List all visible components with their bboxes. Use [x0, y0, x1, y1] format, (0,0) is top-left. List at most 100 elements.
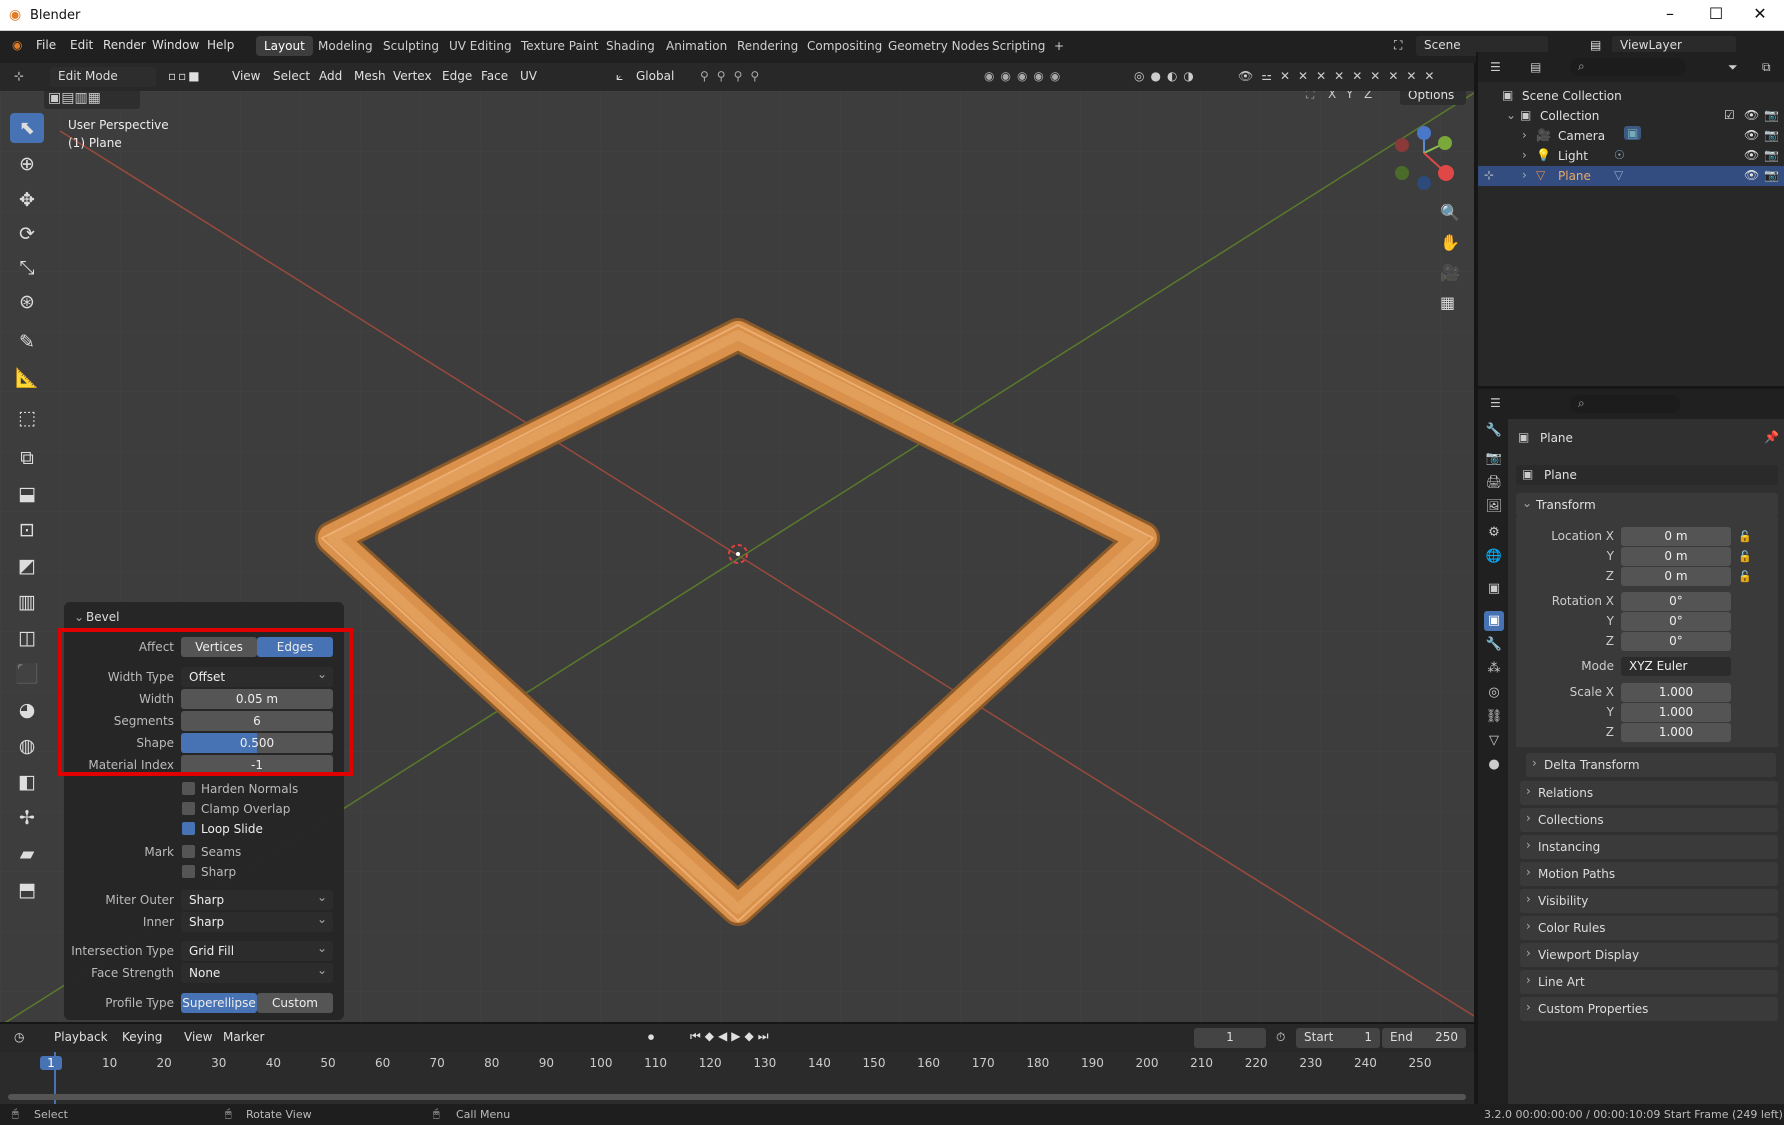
light-data-icon[interactable]: ☉ [1614, 148, 1625, 162]
options-button[interactable]: Options [1400, 91, 1466, 105]
outliner-row-collection[interactable]: ⌄ ▣ Collection ☑ 👁 📷 [1478, 106, 1784, 126]
outliner-row-plane[interactable]: ⊹ › ▽ Plane ▽ 👁 📷 [1478, 166, 1784, 186]
filter-icon[interactable]: ⏷ [1728, 60, 1738, 75]
section-color-rules[interactable]: Color Rules [1520, 916, 1778, 940]
expand-plane-icon[interactable]: › [1522, 168, 1527, 182]
menu-render[interactable]: Render [103, 38, 146, 52]
harden-normals-checkbox[interactable]: Harden Normals [182, 782, 298, 796]
overlay-icons[interactable]: ◉◉◉◉◉ [984, 69, 1066, 83]
select-mode-icons[interactable]: ▫▫■ [168, 69, 202, 83]
rotate-icon[interactable]: ⟳ [10, 219, 44, 249]
transform-section-header[interactable]: ⌄ Transform [1516, 493, 1778, 517]
cursor-icon[interactable]: ⊕ [10, 149, 44, 179]
header-menu-edge[interactable]: Edge [442, 69, 472, 83]
header-menu-mesh[interactable]: Mesh [354, 69, 386, 83]
scale-icon[interactable]: ⤡ [10, 253, 44, 283]
start-frame-field[interactable]: Start 1 [1296, 1028, 1380, 1048]
outliner-row-camera[interactable]: › 🎥 Camera ▣ 👁 📷 [1478, 126, 1784, 146]
collapse-icon[interactable]: ⌄ [74, 610, 84, 624]
profile-custom-button[interactable]: Custom [257, 993, 333, 1013]
add-cube-icon[interactable]: ⬚ [10, 403, 44, 433]
close-button[interactable]: ✕ [1740, 4, 1780, 23]
section-collections[interactable]: Collections [1520, 808, 1778, 832]
snapping-icons[interactable]: ⚲⚲⚲⚲ [700, 69, 767, 83]
particles-tab-icon[interactable]: ⁂ [1484, 659, 1504, 679]
physics-tab-icon[interactable]: ◎ [1484, 683, 1504, 703]
header-menu-add[interactable]: Add [319, 69, 342, 83]
world-tab-icon[interactable]: 🌐 [1484, 547, 1504, 567]
object-name-field[interactable]: Plane [1516, 465, 1778, 485]
inset-icon[interactable]: ⊡ [10, 515, 44, 545]
tab-layout[interactable]: Layout [256, 36, 313, 56]
section-instancing[interactable]: Instancing [1520, 835, 1778, 859]
material-tab-icon[interactable]: ● [1484, 755, 1504, 775]
axis-x-toggle[interactable]: X [1328, 91, 1336, 101]
tab-uv-editing[interactable]: UV Editing [441, 36, 520, 56]
maximize-button[interactable]: ☐ [1696, 4, 1736, 23]
scale-y-field[interactable]: 1.000 [1621, 703, 1731, 722]
location-z-field[interactable]: 0 m [1621, 567, 1731, 586]
move-icon[interactable]: ✥ [10, 185, 44, 215]
shrink-fatten-icon[interactable]: ✢ [10, 803, 44, 833]
intersection-type-dropdown[interactable]: Grid Fill [181, 938, 333, 961]
clamp-overlap-checkbox[interactable]: Clamp Overlap [182, 802, 290, 816]
zoom-icon[interactable]: 🔍 [1440, 203, 1460, 222]
outliner-row-scene-collection[interactable]: ▣ Scene Collection [1478, 86, 1784, 106]
shading-mode-icons[interactable]: ◎●◐◑ [1134, 69, 1200, 83]
ortho-grid-icon[interactable]: ▦ [1440, 293, 1455, 312]
camera-view-icon[interactable]: 🎥 [1440, 263, 1460, 282]
camera-data-icon[interactable]: ▣ [1624, 126, 1642, 140]
header-menu-view[interactable]: View [232, 69, 260, 83]
properties-editor-icon[interactable]: ☰ [1490, 396, 1501, 410]
loop-cut-icon[interactable]: ▥ [10, 587, 44, 617]
shear-icon[interactable]: ▰ [10, 839, 44, 869]
timeline-menu-marker[interactable]: Marker [223, 1030, 264, 1044]
expand-light-icon[interactable]: › [1522, 148, 1527, 162]
editor-type-icon[interactable]: ⊹ [14, 69, 24, 83]
light-eye-icon[interactable]: 👁 [1744, 148, 1759, 162]
orientation-selector[interactable]: Global [636, 69, 674, 83]
tab-animation[interactable]: Animation [658, 36, 735, 56]
end-frame-field[interactable]: End 250 [1382, 1028, 1466, 1048]
tab-modeling[interactable]: Modeling [310, 36, 381, 56]
section-motion-paths[interactable]: Motion Paths [1520, 862, 1778, 886]
edit-mode-icon[interactable]: ⊹ [1484, 168, 1494, 182]
tab-shading[interactable]: Shading [598, 36, 663, 56]
output-tab-icon[interactable]: 🖨 [1484, 473, 1504, 493]
seams-checkbox[interactable]: Seams [182, 845, 241, 859]
mesh-data-icon[interactable]: ▽ [1614, 168, 1623, 182]
collection-tab-icon[interactable]: ▣ [1484, 579, 1504, 599]
miter-outer-dropdown[interactable]: Sharp [181, 887, 333, 910]
annotate-icon[interactable]: ✎ [10, 327, 44, 357]
tab-sculpting[interactable]: Sculpting [375, 36, 447, 56]
delta-transform-section[interactable]: Delta Transform [1526, 753, 1776, 777]
measure-icon[interactable]: 📐 [10, 363, 44, 393]
timeline-menu-view[interactable]: View [184, 1030, 212, 1044]
menu-file[interactable]: File [36, 38, 56, 52]
tool-tab-icon[interactable]: 🔧 [1484, 421, 1504, 441]
menu-window[interactable]: Window [152, 38, 199, 52]
rotation-y-field[interactable]: 0° [1621, 612, 1731, 631]
minimize-button[interactable]: – [1650, 4, 1690, 23]
outliner-search-input[interactable]: ⌕ [1570, 58, 1686, 76]
extrude-region-icon[interactable]: ⬓ [10, 479, 44, 509]
mesh-data-tab-icon[interactable]: ▽ [1484, 731, 1504, 751]
transform-icon[interactable]: ⊛ [10, 287, 44, 317]
expand-camera-icon[interactable]: › [1522, 128, 1527, 142]
rotation-x-field[interactable]: 0° [1621, 592, 1731, 611]
menu-edit[interactable]: Edit [70, 38, 93, 52]
scale-x-field[interactable]: 1.000 [1621, 683, 1731, 702]
header-menu-select[interactable]: Select [273, 69, 310, 83]
tab-rendering[interactable]: Rendering [729, 36, 806, 56]
tab-texture-paint[interactable]: Texture Paint [513, 36, 606, 56]
axis-y-toggle[interactable]: Y [1346, 91, 1353, 101]
section-line-art[interactable]: Line Art [1520, 970, 1778, 994]
rip-icon[interactable]: ⬒ [10, 875, 44, 905]
pan-hand-icon[interactable]: ✋ [1440, 233, 1460, 252]
timeline-menu-keying[interactable]: Keying [122, 1030, 162, 1044]
tab-geometry-nodes[interactable]: Geometry Nodes [880, 36, 997, 56]
loop-slide-checkbox[interactable]: Loop Slide [182, 822, 263, 836]
timeline-editor-icon[interactable]: ◷ [14, 1030, 24, 1044]
plane-eye-icon[interactable]: 👁 [1744, 168, 1759, 182]
timeline-menu-playback[interactable]: Playback [54, 1030, 108, 1044]
